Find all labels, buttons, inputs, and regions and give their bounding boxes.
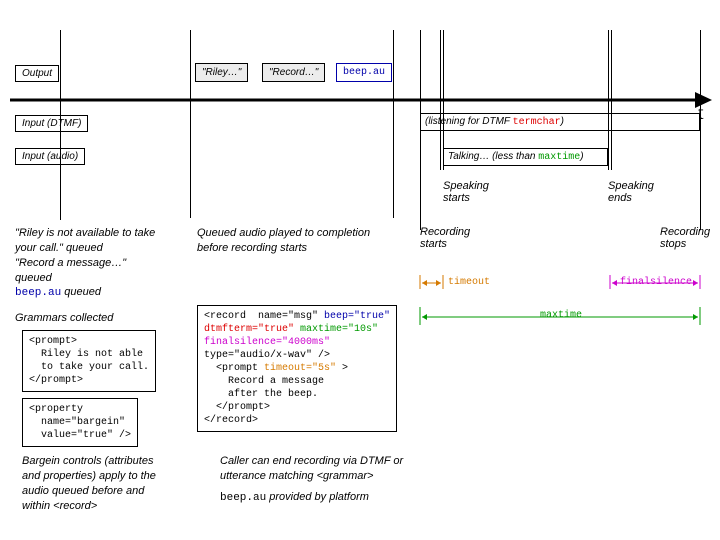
cr-open: <record name="msg"	[204, 311, 324, 322]
row-label-input-audio: Input (audio)	[15, 148, 85, 165]
span-finalsilence-label: finalsilence	[620, 277, 692, 288]
cr-pbody: Record a message after the beep.	[204, 376, 324, 400]
midnote-l1: Queued audio played to completion	[197, 226, 397, 241]
bl3: audio queued before and	[22, 484, 197, 499]
code-prompt: <prompt> Riley is not able to take your …	[22, 330, 156, 392]
audio-talking-bar: Talking… (less than maxtime)	[443, 148, 608, 166]
leftnote-l4: queued	[15, 271, 185, 286]
span-maxtime-label: maxtime	[540, 310, 582, 321]
vline-speaking-ends	[608, 30, 612, 170]
label-recording-stops: Recording stops	[660, 226, 720, 250]
leftnote-l1: "Riley is not available to take	[15, 226, 185, 241]
code-record: <record name="msg" beep="true" dtmfterm=…	[197, 305, 397, 432]
mid-notes: Queued audio played to completion before…	[197, 226, 397, 256]
grammars-label: Grammars collected	[15, 312, 113, 324]
termchar-text: termchar	[513, 117, 561, 128]
vline-recording-starts	[420, 30, 421, 230]
leftnote-beep-q: queued	[61, 286, 101, 298]
cr-final: finalsilence="4000ms"	[204, 337, 330, 348]
cr-popen: <prompt	[204, 363, 264, 374]
chip-riley: "Riley…"	[195, 63, 248, 82]
vline-prompts-end	[393, 30, 394, 218]
dtmf-listening-bar: (listening for DTMF termchar)	[420, 113, 700, 131]
span-timeout-label: timeout	[448, 277, 490, 288]
label-speaking-ends: Speaking ends	[608, 180, 668, 204]
cr-timeout: timeout="5s"	[264, 363, 336, 374]
br2: utterance matching <grammar>	[220, 469, 450, 484]
bottom-right-notes: Caller can end recording via DTMF or utt…	[220, 454, 450, 506]
cr-type: type="audio/x-wav" />	[204, 350, 330, 361]
br1: Caller can end recording via DTMF or	[220, 454, 450, 469]
vline-recording-stops	[700, 30, 701, 230]
label-speaking-starts: Speaking starts	[443, 180, 503, 204]
label-recording-starts: Recording starts	[420, 226, 480, 250]
bl4: within <record>	[22, 499, 197, 514]
cr-close: </record>	[204, 415, 258, 426]
br-beep: beep.au	[220, 492, 266, 504]
leftnote-l2: your call." queued	[15, 241, 185, 256]
time-axis-arrow	[10, 90, 710, 110]
midnote-l2: before recording starts	[197, 241, 397, 256]
cr-popen-end: >	[336, 363, 348, 374]
cr-beep: beep="true"	[324, 311, 390, 322]
row-label-input-dtmf: Input (DTMF)	[15, 115, 88, 132]
bl1: Bargein controls (attributes	[22, 454, 197, 469]
br-beep-tail: provided by platform	[266, 491, 369, 503]
leftnote-l3: "Record a message…"	[15, 256, 185, 271]
dtmf-prefix: (listening for DTMF	[425, 116, 513, 127]
bottom-left-notes: Bargein controls (attributes and propert…	[22, 454, 197, 513]
cr-max: maxtime="10s"	[300, 324, 378, 335]
dtmf-suffix: )	[561, 116, 564, 127]
cr-dtmf: dtmfterm="true"	[204, 324, 294, 335]
chip-record: "Record…"	[262, 63, 325, 82]
bl2: and properties) apply to the	[22, 469, 197, 484]
left-notes: "Riley is not available to take your cal…	[15, 226, 185, 301]
vline-left	[60, 30, 61, 220]
audio-suffix: )	[580, 151, 583, 162]
vline-prompts-start	[190, 30, 191, 218]
cr-pclose: </prompt>	[204, 402, 270, 413]
chip-beep: beep.au	[336, 63, 392, 82]
maxtime-inline: maxtime	[538, 152, 580, 163]
audio-prefix: Talking… (less than	[448, 151, 538, 162]
row-label-output: Output	[15, 65, 59, 82]
leftnote-beep: beep.au	[15, 287, 61, 299]
code-property: <property name="bargein" value="true" />	[22, 398, 138, 447]
vline-speaking-starts	[440, 30, 444, 170]
